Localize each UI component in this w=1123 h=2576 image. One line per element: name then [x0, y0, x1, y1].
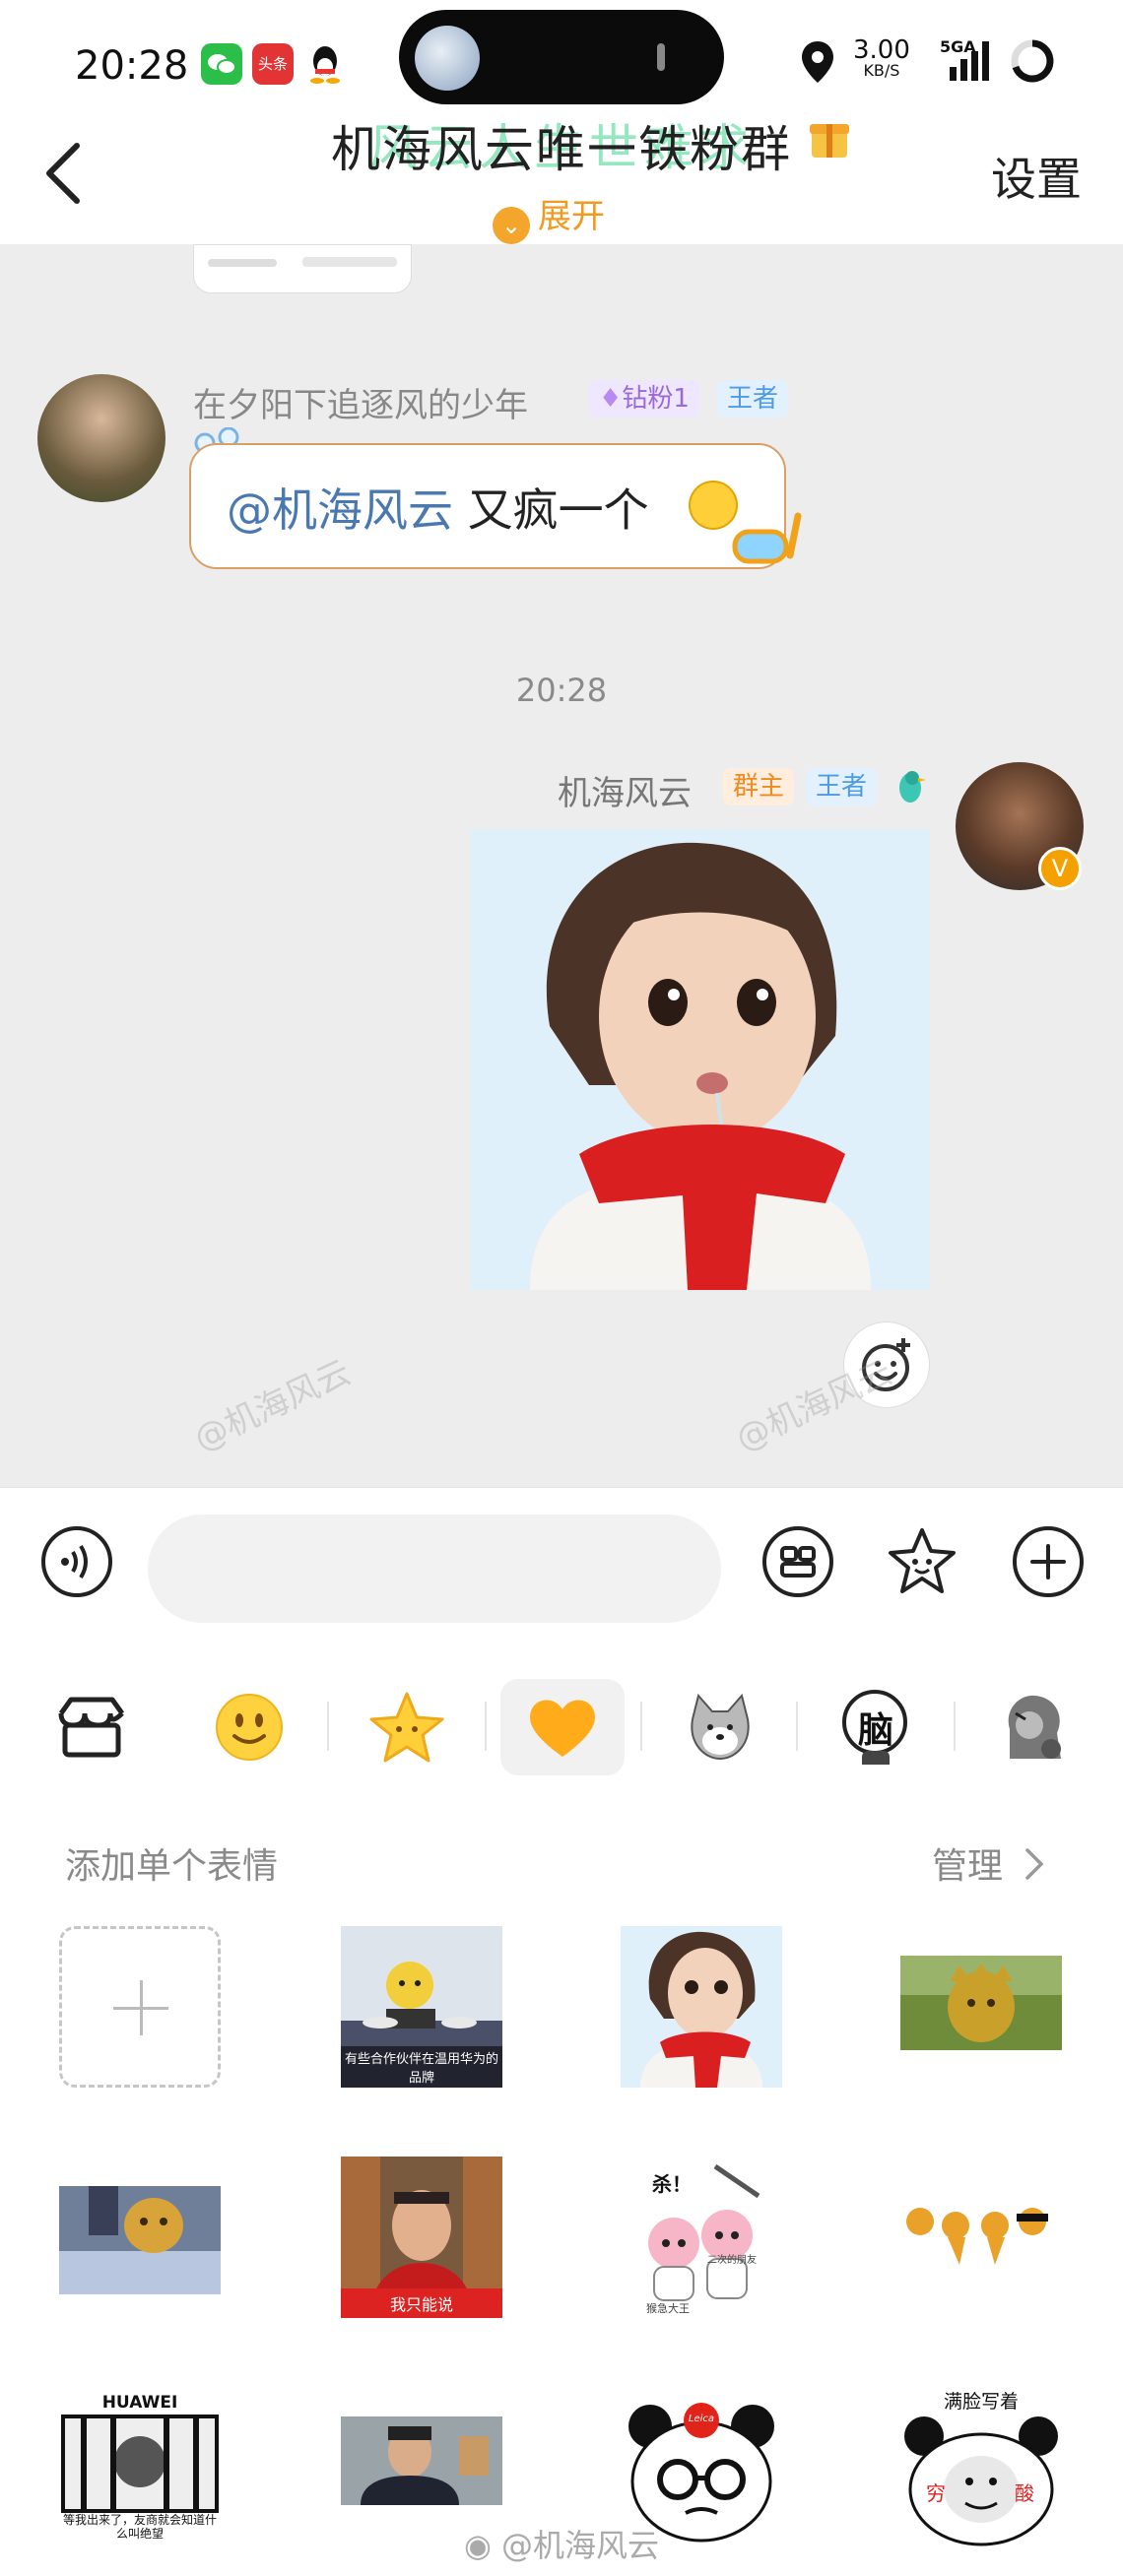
level-badge: 王者: [717, 380, 789, 418]
sticker-image[interactable]: [471, 829, 930, 1290]
add-sticker-button[interactable]: [59, 1926, 221, 2088]
weibo-icon: ◉: [463, 2527, 492, 2564]
sticker-item[interactable]: 有些合作伙伴在温用华为的品牌: [341, 1926, 502, 2088]
owner-badge: 群主: [723, 768, 795, 805]
location-icon: [798, 39, 837, 85]
tab-divider: [640, 1702, 642, 1751]
sticker-caption: 我只能说: [341, 2288, 502, 2318]
message-timestamp: 20:28: [515, 672, 608, 709]
signal-icon: 5GA: [936, 37, 995, 85]
mini-app-button[interactable]: [760, 1524, 835, 1599]
sender-name: 机海风云: [558, 774, 692, 813]
diamond-icon: ♦: [599, 384, 623, 414]
group-title[interactable]: 机海风云唯一铁粉群: [276, 110, 847, 181]
sticker-item[interactable]: [621, 1926, 782, 2088]
sender-name: 在夕阳下追逐风的少年: [193, 386, 528, 425]
level-badge: 王者: [806, 768, 878, 805]
sticker-item[interactable]: [59, 2157, 221, 2318]
chevron-right-icon: [1025, 1848, 1044, 1880]
tab-divider: [796, 1702, 798, 1751]
tab-favorites-heart[interactable]: [500, 1679, 625, 1775]
star-icon: [369, 1692, 444, 1763]
sticker-button[interactable]: [885, 1524, 959, 1599]
expand-label: 展开: [538, 197, 605, 236]
sticker-item[interactable]: 我只能说: [341, 2157, 502, 2318]
message-input[interactable]: [148, 1514, 721, 1623]
tab-divider: [327, 1702, 329, 1751]
status-time: 20:28: [75, 43, 189, 89]
tab-sticker-store[interactable]: [30, 1679, 154, 1775]
net-speed: 3.00 KB/S: [853, 35, 910, 80]
shiba-icon: [691, 1693, 750, 1761]
fan-badge: ♦钻粉1: [589, 380, 699, 418]
store-icon: [58, 1697, 125, 1758]
expand-button[interactable]: ⌄ 展开: [493, 189, 605, 244]
wechat-icon: [201, 43, 242, 85]
qq-icon: [307, 43, 343, 85]
sticker-item[interactable]: 杀！ 猴急大王 二次的朋友: [621, 2157, 782, 2318]
manage-button[interactable]: 管理: [932, 1837, 1047, 1889]
tab-favorites-star[interactable]: [345, 1679, 469, 1775]
media-thumbnail: [415, 26, 480, 91]
verified-icon: V: [1038, 847, 1082, 890]
manage-label: 管理: [932, 1846, 1004, 1887]
sticker-item[interactable]: [900, 1926, 1062, 2088]
battery-icon: [1009, 37, 1056, 85]
chevron-down-icon: ⌄: [493, 207, 530, 244]
watermark-footer: ◉ @机海风云: [463, 2527, 660, 2564]
dynamic-island[interactable]: [399, 10, 724, 104]
bird-icon: [891, 764, 930, 809]
sticker-caption: 有些合作伙伴在温用华为的品牌: [341, 2046, 502, 2088]
smiley-icon: [216, 1694, 283, 1761]
settings-button[interactable]: 设置: [991, 144, 1082, 209]
mention-link[interactable]: @机海风云: [227, 483, 453, 537]
brain-icon: 脑: [840, 1690, 911, 1765]
message-text: 又疯一个: [453, 483, 649, 537]
snorkel-decoration-icon: [729, 506, 808, 575]
avatar[interactable]: [37, 374, 165, 502]
previous-message-card[interactable]: [193, 244, 412, 293]
tab-character[interactable]: [971, 1679, 1095, 1775]
message-bubble[interactable]: @机海风云 又疯一个: [189, 443, 786, 569]
plus-button[interactable]: [1011, 1524, 1086, 1599]
tab-divider: [954, 1702, 956, 1751]
media-indicator: [657, 43, 665, 71]
back-button[interactable]: [39, 136, 95, 211]
character-icon: [1008, 1695, 1061, 1759]
toutiao-icon: 头条: [252, 43, 294, 85]
tab-divider: [485, 1702, 487, 1751]
heart-icon: [530, 1700, 595, 1757]
tab-smiley[interactable]: [187, 1679, 311, 1775]
gift-box-icon: [806, 114, 853, 161]
tab-shiba[interactable]: [658, 1679, 782, 1775]
section-title: 添加单个表情: [65, 1846, 279, 1887]
tab-brain[interactable]: 脑: [814, 1679, 938, 1775]
sticker-item[interactable]: [900, 2157, 1062, 2318]
voice-button[interactable]: [39, 1524, 114, 1599]
